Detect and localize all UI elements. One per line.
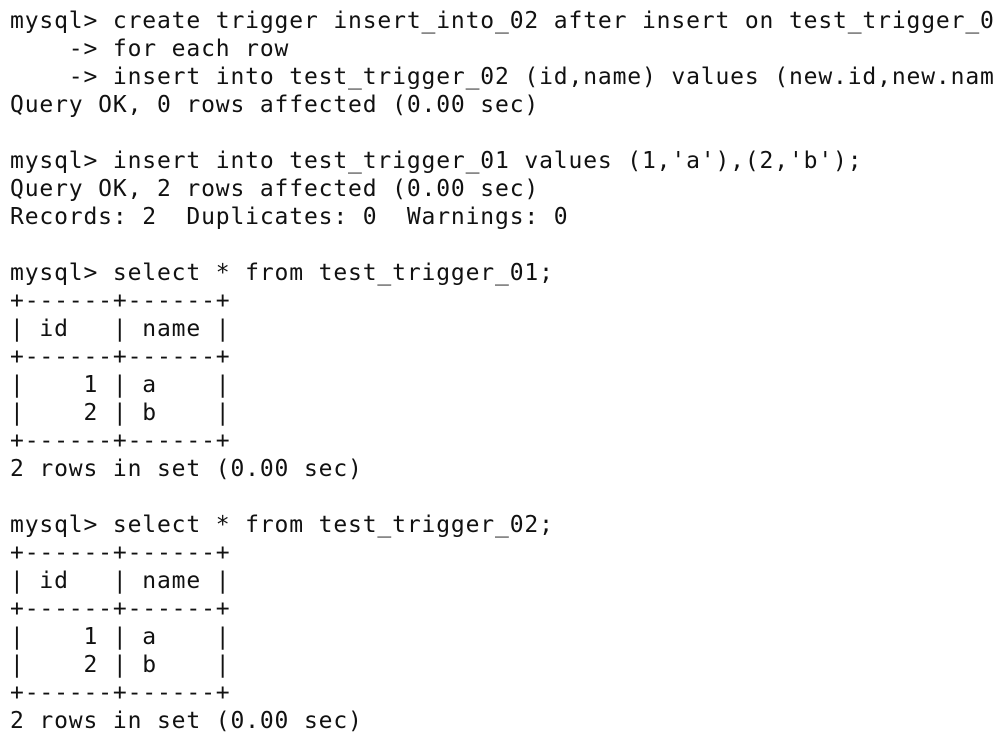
table-row: | 1 | a |	[10, 372, 231, 398]
table-row: | 2 | b |	[10, 400, 231, 426]
table-border-line: +------+------+	[10, 540, 231, 566]
query-status-line: Query OK, 2 rows affected (0.00 sec)	[10, 176, 540, 202]
sql-prompt-line: mysql> create trigger insert_into_02 aft…	[10, 8, 994, 34]
table-row: | 2 | b |	[10, 652, 231, 678]
table-border-line: +------+------+	[10, 680, 231, 706]
sql-continuation-line: -> insert into test_trigger_02 (id,name)…	[10, 64, 994, 90]
table-border-line: +------+------+	[10, 596, 231, 622]
sql-prompt-line: mysql> select * from test_trigger_02;	[10, 512, 554, 538]
sql-prompt-line: mysql> select * from test_trigger_01;	[10, 260, 554, 286]
sql-continuation-line: -> for each row	[10, 36, 290, 62]
rows-in-set-line: 2 rows in set (0.00 sec)	[10, 456, 363, 482]
query-status-line: Query OK, 0 rows affected (0.00 sec)	[10, 92, 540, 118]
table-header-row: | id | name |	[10, 568, 231, 594]
table-row: | 1 | a |	[10, 624, 231, 650]
table-header-row: | id | name |	[10, 316, 231, 342]
sql-prompt-line: mysql> insert into test_trigger_01 value…	[10, 148, 863, 174]
table-border-line: +------+------+	[10, 428, 231, 454]
table-border-line: +------+------+	[10, 288, 231, 314]
records-summary-line: Records: 2 Duplicates: 0 Warnings: 0	[10, 204, 569, 230]
table-border-line: +------+------+	[10, 344, 231, 370]
terminal-output[interactable]: mysql> create trigger insert_into_02 aft…	[0, 0, 994, 744]
rows-in-set-line: 2 rows in set (0.00 sec)	[10, 708, 363, 734]
